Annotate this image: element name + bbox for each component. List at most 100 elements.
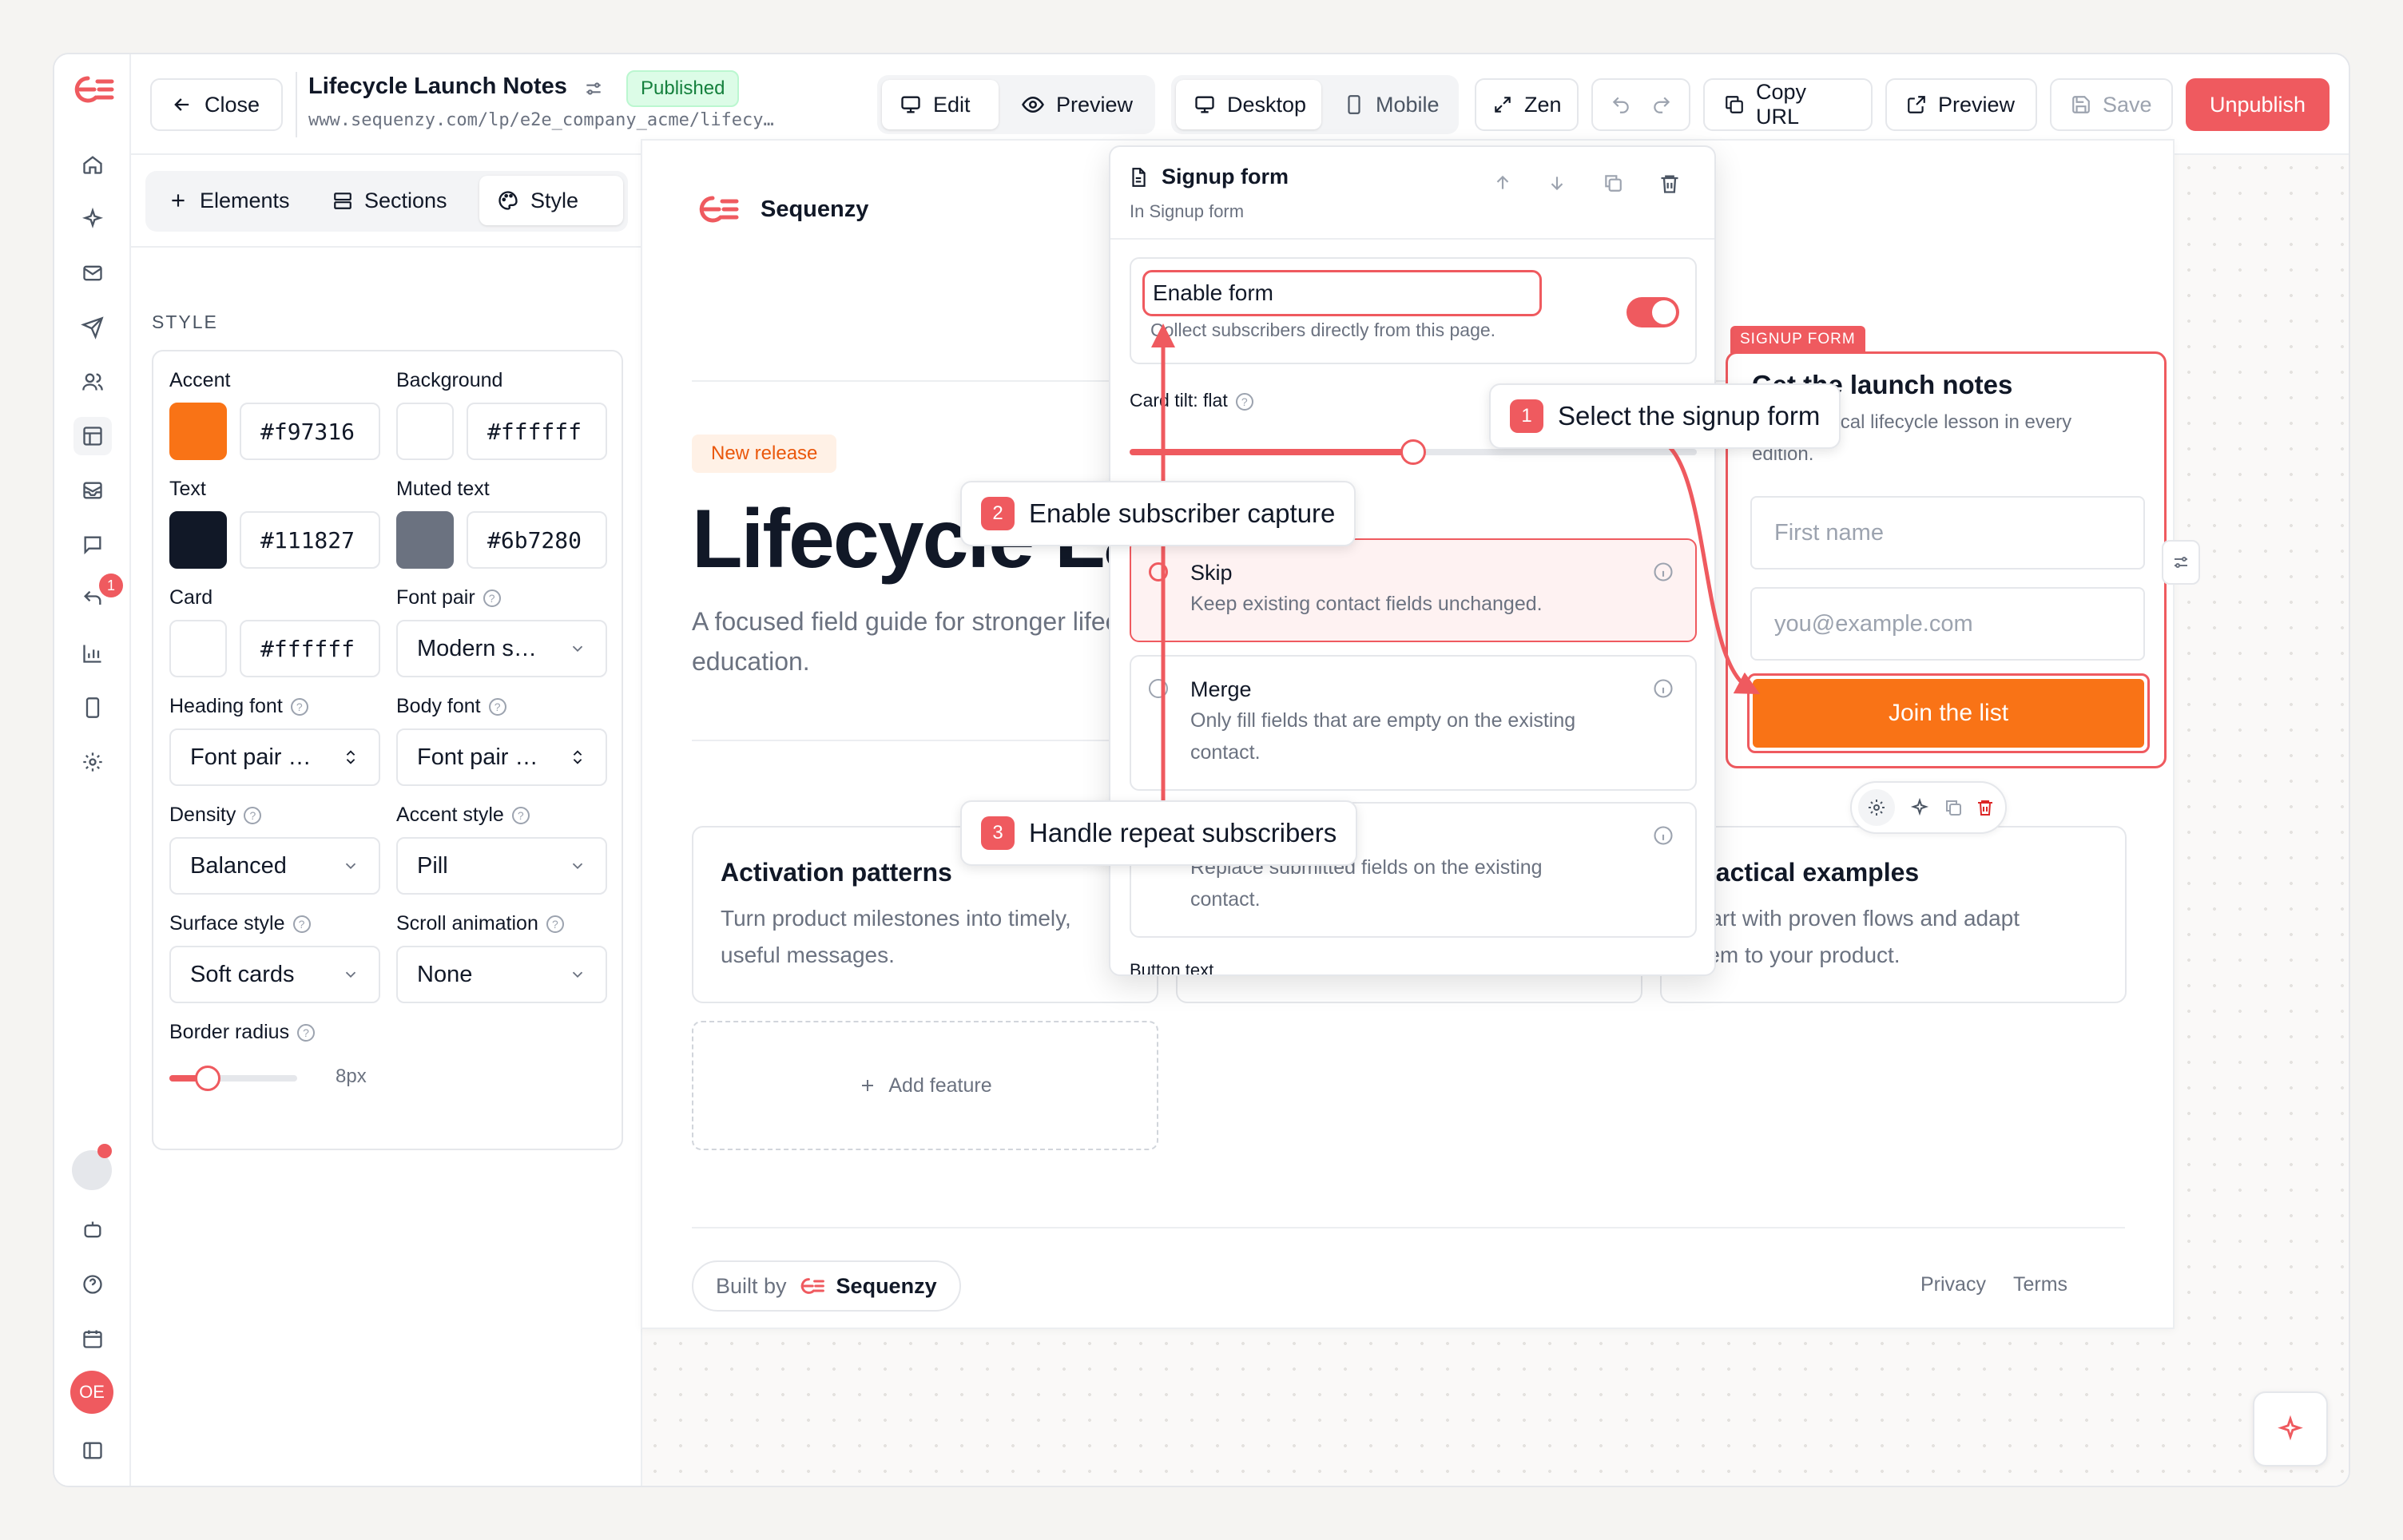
undo-icon[interactable] xyxy=(1611,94,1631,115)
body-font-select[interactable]: Font pair … xyxy=(396,728,607,786)
ai-assistant-button[interactable] xyxy=(2253,1391,2328,1467)
desktop-view-button[interactable]: Desktop xyxy=(1176,80,1321,129)
mobile-label: Mobile xyxy=(1376,92,1440,117)
info-icon[interactable] xyxy=(1652,824,1674,847)
gear-icon[interactable] xyxy=(73,743,112,781)
zen-label: Zen xyxy=(1524,92,1562,117)
info-icon[interactable] xyxy=(1652,561,1674,583)
help-icon[interactable] xyxy=(73,1265,112,1304)
surface-style-select[interactable]: Soft cards xyxy=(169,946,380,1003)
sequenzy-logo-icon[interactable] xyxy=(70,70,115,109)
sidebar-toggle-icon[interactable] xyxy=(73,1431,112,1470)
mail-icon[interactable] xyxy=(73,254,112,292)
first-name-input[interactable]: First name xyxy=(1750,496,2145,570)
card-tilt-slider[interactable] xyxy=(1130,439,1697,465)
close-button[interactable]: Close xyxy=(150,78,283,131)
privacy-link[interactable]: Privacy xyxy=(1920,1273,1986,1296)
card-hex-input[interactable]: #ffffff xyxy=(240,620,380,677)
new-release-badge[interactable]: New release xyxy=(692,435,837,473)
background-hex-input[interactable]: #ffffff xyxy=(467,403,607,460)
save-button[interactable]: Save xyxy=(2050,78,2173,131)
inbox-icon[interactable] xyxy=(73,471,112,510)
radio-unselected[interactable] xyxy=(1149,679,1168,698)
help-icon[interactable]: ? xyxy=(244,807,262,825)
accent-hex-input[interactable]: #f97316 xyxy=(240,403,380,460)
tab-style[interactable]: Style xyxy=(479,176,623,225)
accent-swatch[interactable] xyxy=(169,403,227,460)
font-pair-select[interactable]: Modern s… xyxy=(396,620,607,677)
terms-link[interactable]: Terms xyxy=(2013,1273,2067,1296)
external-preview-button[interactable]: Preview xyxy=(1885,78,2037,131)
redo-icon[interactable] xyxy=(1651,94,1672,115)
help-icon[interactable]: ? xyxy=(511,807,530,825)
move-up-icon[interactable] xyxy=(1492,173,1513,193)
background-swatch[interactable] xyxy=(396,403,454,460)
sequenzy-logo-icon xyxy=(692,192,743,227)
scroll-animation-label: Scroll animation xyxy=(396,912,538,935)
enable-form-toggle[interactable] xyxy=(1626,297,1679,327)
home-icon[interactable] xyxy=(73,145,112,184)
help-icon[interactable]: ? xyxy=(1235,392,1253,411)
duplicate-icon[interactable] xyxy=(1603,173,1623,193)
built-by-badge[interactable]: Built by Sequenzy xyxy=(692,1260,961,1312)
info-icon[interactable] xyxy=(1652,677,1674,700)
tab-sections[interactable]: Sections xyxy=(315,176,475,225)
block-settings-icon[interactable] xyxy=(2162,540,2200,585)
add-feature-button[interactable]: Add feature xyxy=(692,1021,1158,1150)
help-icon[interactable]: ? xyxy=(483,589,501,608)
sections-icon xyxy=(332,190,353,211)
settings-gear-icon[interactable] xyxy=(1858,789,1895,826)
settings-sliders-icon[interactable] xyxy=(583,78,604,99)
layout-icon[interactable] xyxy=(73,417,112,455)
zen-button[interactable]: Zen xyxy=(1475,78,1579,131)
section-title: STYLE xyxy=(152,312,218,332)
card-swatch[interactable] xyxy=(169,620,227,677)
muted-hex-input[interactable]: #6b7280 xyxy=(467,511,607,569)
robot-icon[interactable] xyxy=(73,1211,112,1249)
repeat-option-merge[interactable]: Merge Only fill fields that are empty on… xyxy=(1130,655,1697,791)
repeat-option-skip[interactable]: Skip Keep existing contact fields unchan… xyxy=(1130,538,1697,642)
unpublish-button[interactable]: Unpublish xyxy=(2186,78,2330,131)
heading-font-select[interactable]: Font pair … xyxy=(169,728,380,786)
tab-elements[interactable]: Elements xyxy=(150,176,310,225)
join-list-button[interactable]: Join the list xyxy=(1753,679,2144,748)
mobile-view-button[interactable]: Mobile xyxy=(1326,80,1454,129)
text-hex-input[interactable]: #111827 xyxy=(240,511,380,569)
device-icon[interactable] xyxy=(73,689,112,727)
trash-icon[interactable] xyxy=(1658,173,1681,195)
feature-card[interactable]: Practical examples Start with proven flo… xyxy=(1660,826,2127,1003)
plus-icon xyxy=(858,1076,877,1095)
text-swatch[interactable] xyxy=(169,511,227,569)
help-icon[interactable]: ? xyxy=(488,698,506,716)
copy-url-button[interactable]: Copy URL xyxy=(1703,78,1873,131)
sparkle-icon[interactable] xyxy=(73,200,112,238)
email-input[interactable]: you@example.com xyxy=(1750,587,2145,661)
help-icon[interactable]: ? xyxy=(546,915,564,934)
radio-selected[interactable] xyxy=(1149,562,1168,581)
preview-mode-button[interactable]: Preview xyxy=(1003,80,1150,129)
chart-icon[interactable] xyxy=(73,634,112,673)
page-url: www.sequenzy.com/lp/e2e_company_acme/lif… xyxy=(308,110,774,130)
delete-icon[interactable] xyxy=(1967,789,2004,826)
density-select[interactable]: Balanced xyxy=(169,837,380,895)
slider-thumb[interactable] xyxy=(195,1066,220,1091)
status-dot xyxy=(97,1144,112,1158)
send-icon[interactable] xyxy=(73,308,112,347)
edit-mode-button[interactable]: Edit xyxy=(882,80,999,129)
accent-style-select[interactable]: Pill xyxy=(396,837,607,895)
slider-thumb[interactable] xyxy=(1400,439,1426,465)
border-radius-slider[interactable] xyxy=(169,1066,297,1091)
users-icon[interactable] xyxy=(73,363,112,401)
scroll-animation-select[interactable]: None xyxy=(396,946,607,1003)
muted-swatch[interactable] xyxy=(396,511,454,569)
help-icon[interactable]: ? xyxy=(290,698,308,716)
help-icon[interactable]: ? xyxy=(292,915,311,934)
chat-icon[interactable] xyxy=(73,526,112,564)
density-label: Density xyxy=(169,804,236,826)
move-down-icon[interactable] xyxy=(1547,173,1567,193)
user-avatar[interactable]: OE xyxy=(70,1371,113,1414)
trash-icon[interactable] xyxy=(2349,93,2350,117)
ai-sparkle-icon[interactable] xyxy=(1901,789,1938,826)
calendar-icon[interactable] xyxy=(73,1320,112,1358)
help-icon[interactable]: ? xyxy=(297,1024,316,1042)
